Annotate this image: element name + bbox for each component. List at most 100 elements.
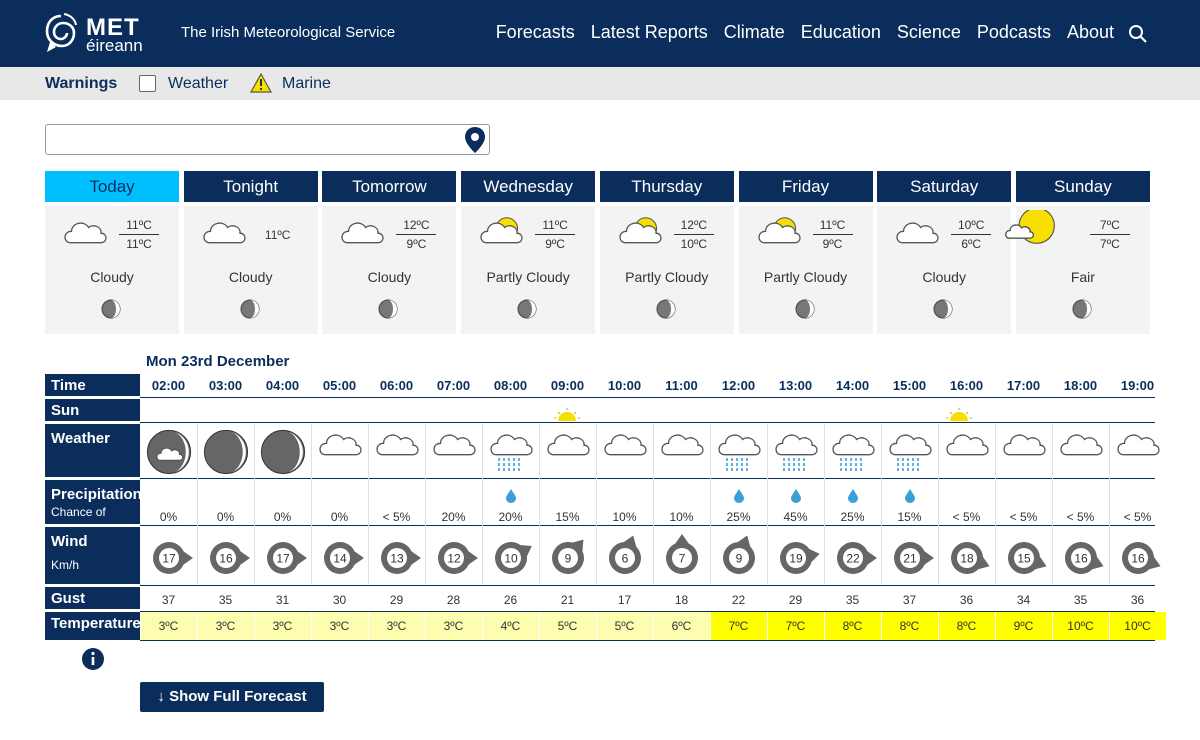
main-nav: Forecasts Latest Reports Climate Education S…	[496, 22, 1114, 43]
day-sunday[interactable]: Sunday 7ºC 7ºC Fair	[1004, 171, 1150, 334]
column-divider	[995, 424, 996, 584]
wind-direction-icon: 21	[894, 542, 934, 574]
nav-forecasts[interactable]: Forecasts	[496, 22, 575, 43]
nav-science[interactable]: Science	[897, 22, 961, 43]
precip-chance: 0%	[330, 510, 349, 524]
day-summary: 12ºC 9ºC Cloudy	[322, 206, 457, 334]
precip-chance: 20%	[441, 510, 466, 524]
warnings-title: Warnings	[45, 75, 118, 92]
day-friday[interactable]: Friday 11ºC 9ºC Partly Cloudy	[738, 171, 873, 334]
day-today[interactable]: Today 11ºC 11ºC Cloudy	[45, 171, 179, 334]
day-tab-label[interactable]: Today	[45, 171, 179, 202]
hour-time: 14:00	[835, 378, 870, 393]
rain-drop-icon	[734, 489, 744, 503]
day-tab-label[interactable]: Thursday	[599, 171, 734, 202]
nav-about[interactable]: About	[1067, 22, 1114, 43]
rain-cloud-icon	[718, 434, 761, 471]
row-label-gust: Gust	[45, 587, 140, 609]
marine-warning-link[interactable]: Marine	[282, 75, 331, 93]
weather-warning-checkbox-icon[interactable]	[139, 75, 156, 92]
hour-time: 15:00	[892, 378, 927, 393]
row-label-text: Time	[51, 377, 86, 394]
hour-time: 02:00	[151, 378, 186, 393]
day-tab-label[interactable]: Tonight	[183, 171, 318, 202]
column-divider	[881, 424, 882, 584]
row-divider	[140, 397, 1155, 398]
day-tab-label[interactable]: Friday	[738, 171, 873, 202]
cloud-icon	[604, 434, 647, 456]
day-tonight[interactable]: Tonight 11ºC Cloudy	[183, 171, 318, 334]
hour-time: 19:00	[1120, 378, 1155, 393]
hour-time: 09:00	[550, 378, 585, 393]
wind-speed: 15	[1017, 552, 1031, 566]
met-eireann-logo[interactable]: MET éireann	[44, 10, 164, 58]
day-tomorrow[interactable]: Tomorrow 12ºC 9ºC Cloudy	[322, 171, 457, 334]
info-icon[interactable]	[81, 647, 105, 671]
wind-direction-icon: 6	[609, 535, 641, 574]
hour-temperature: 5ºC	[539, 612, 596, 640]
hour-temperature: 3ºC	[197, 612, 254, 640]
day-temp: 11ºC	[264, 228, 291, 242]
nav-podcasts[interactable]: Podcasts	[977, 22, 1051, 43]
hour-temperature: 10ºC	[1052, 612, 1109, 640]
day-tab-label[interactable]: Tomorrow	[322, 171, 457, 202]
wind-gust: 35	[1073, 593, 1088, 607]
day-summary: 11ºC Cloudy	[183, 206, 318, 334]
wind-direction-icon: 16	[1065, 542, 1104, 574]
hour-temperature: 8ºC	[824, 612, 881, 640]
day-thursday[interactable]: Thursday 12ºC 10ºC Partly Cloudy	[599, 171, 734, 334]
day-wednesday[interactable]: Wednesday 11ºC 9ºC Partly Cloudy	[461, 171, 596, 334]
wind-speed: 10	[504, 552, 518, 566]
wind-gust: 18	[674, 593, 689, 607]
day-description: Cloudy	[922, 269, 966, 285]
hour-time: 16:00	[949, 378, 984, 393]
day-description: Partly Cloudy	[486, 269, 570, 285]
day-temp-low: 11ºC	[126, 237, 152, 251]
hour-time: 10:00	[607, 378, 642, 393]
wind-direction-icon: 12	[438, 542, 478, 574]
row-label-time: Time	[45, 374, 140, 396]
location-pin-icon[interactable]	[464, 126, 486, 154]
rain-cloud-icon	[490, 434, 533, 471]
hour-temperature: 4ºC	[482, 612, 539, 640]
wind-direction-icon: 16	[210, 542, 250, 574]
wind-gust: 29	[788, 593, 803, 607]
nav-climate[interactable]: Climate	[724, 22, 785, 43]
location-search-input[interactable]	[45, 124, 490, 155]
night-moon-icon	[260, 429, 306, 475]
show-full-forecast-button[interactable]: ↓ Show Full Forecast	[140, 682, 324, 712]
wind-direction-icon: 16	[1122, 542, 1161, 574]
wind-gust: 31	[275, 593, 290, 607]
hour-temperature: 3ºC	[140, 612, 197, 640]
wind-speed: 9	[565, 552, 572, 566]
marine-warning-triangle-icon[interactable]	[250, 73, 272, 93]
day-temp-low: 9ºC	[822, 237, 843, 251]
day-saturday[interactable]: Saturday 10ºC 6ºC Cloudy	[877, 171, 1012, 334]
precip-chance: 0%	[273, 510, 292, 524]
rain-cloud-icon	[775, 434, 818, 471]
wind-speed: 17	[276, 552, 290, 566]
weather-warning-link[interactable]: Weather	[168, 75, 228, 93]
tagline: The Irish Meteorological Service	[181, 24, 396, 41]
row-divider	[140, 585, 1155, 586]
day-tab-label[interactable]: Wednesday	[461, 171, 596, 202]
column-divider	[539, 424, 540, 584]
wind-direction-icon: 22	[837, 542, 877, 574]
wind-speed: 12	[447, 552, 461, 566]
moon-phase-icon	[656, 299, 676, 319]
day-temp-high: 11ºC	[119, 218, 159, 235]
column-divider	[482, 424, 483, 584]
wind-speed: 16	[1074, 552, 1088, 566]
nav-latest-reports[interactable]: Latest Reports	[591, 22, 708, 43]
nav-education[interactable]: Education	[801, 22, 881, 43]
hour-time: 11:00	[665, 378, 698, 393]
search-icon[interactable]	[1128, 24, 1148, 44]
daily-forecast: Today 11ºC 11ºC Cloudy Tonight 11ºC Cloudy Tomo…	[45, 171, 1150, 334]
wind-speed: 16	[219, 552, 233, 566]
day-tab-label[interactable]: Saturday	[877, 171, 1012, 202]
day-tab-label[interactable]: Sunday	[1015, 171, 1150, 202]
row-label-wind: Wind Km/h	[45, 527, 140, 584]
day-description: Cloudy	[90, 269, 134, 285]
wind-gust: 26	[503, 593, 518, 607]
precip-chance: 15%	[555, 510, 580, 524]
